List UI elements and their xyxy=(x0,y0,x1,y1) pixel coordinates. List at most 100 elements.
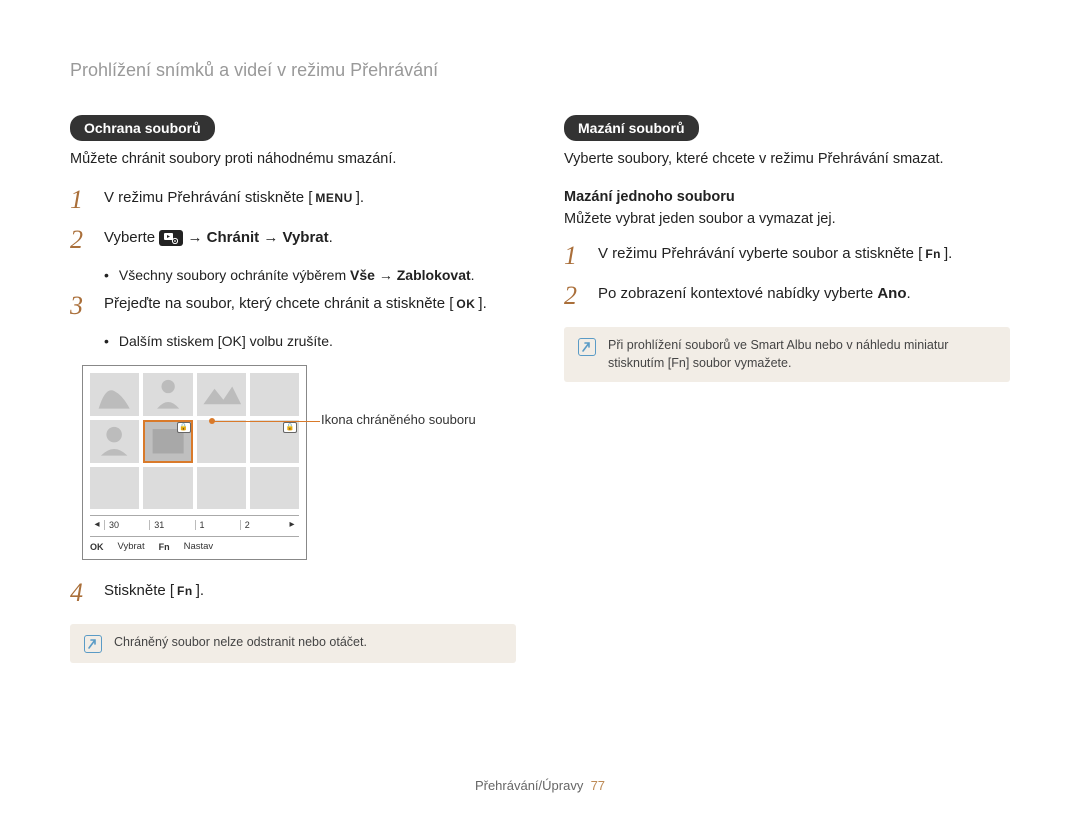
left-column: Ochrana souborů Můžete chránit soubory p… xyxy=(70,115,516,663)
text: . xyxy=(471,267,475,283)
bullet-dot-icon: • xyxy=(104,333,109,349)
step-number: 2 xyxy=(564,283,584,309)
step-3: 3 Přejeďte na soubor, který chcete chrán… xyxy=(70,293,516,319)
timeline-right-arrow-icon: ▸ xyxy=(285,519,299,530)
timeline-left-arrow-icon: ◂ xyxy=(90,519,104,530)
step-number: 3 xyxy=(70,293,90,319)
screen-illustration: 🔒 🔒 ◂ 30 31 1 2 ▸ OK xyxy=(82,365,516,560)
bullet-text: Dalším stiskem [OK] volbu zrušíte. xyxy=(119,333,333,349)
text: ] soubor vymažete. xyxy=(686,356,792,370)
text: V režimu Přehrávání stiskněte [ xyxy=(104,189,312,206)
text: Dalším stiskem [ xyxy=(119,333,222,349)
step-1: 1 V režimu Přehrávání vyberte soubor a s… xyxy=(564,243,1010,269)
lock-badge-icon: 🔒 xyxy=(283,422,297,433)
thumbnail xyxy=(90,420,139,463)
fn-key: Fn xyxy=(671,356,686,370)
text: . xyxy=(907,285,911,302)
note-box: Chráněný soubor nelze odstranit nebo otá… xyxy=(70,624,516,663)
bullet-text: Všechny soubory ochráníte výběrem Vše → … xyxy=(119,267,475,283)
text: ] volbu zrušíte. xyxy=(242,333,333,349)
thumbnail xyxy=(197,420,246,463)
step-body: Stiskněte [Fn]. xyxy=(104,580,516,603)
step-body: Po zobrazení kontextové nabídky vyberte … xyxy=(598,283,1010,306)
text: Všechny soubory ochráníte výběrem xyxy=(119,267,350,283)
text: Stiskněte [ xyxy=(104,582,174,599)
bold-text: Ano xyxy=(877,285,906,302)
page-title: Prohlížení snímků a videí v režimu Přehr… xyxy=(70,60,1010,81)
text: Přejeďte na soubor, který chcete chránit… xyxy=(104,295,453,312)
callout-dot xyxy=(209,418,215,424)
fn-key: Fn xyxy=(922,245,944,263)
page-number: 77 xyxy=(591,778,605,793)
sub-desc: Můžete vybrat jeden soubor a vymazat jej… xyxy=(564,211,1010,227)
step-1: 1 V režimu Přehrávání stiskněte [MENU]. xyxy=(70,187,516,213)
arrow-icon: → xyxy=(187,229,202,246)
step-body: V režimu Přehrávání stiskněte [MENU]. xyxy=(104,187,516,210)
timeline-cell: 1 xyxy=(195,520,240,530)
step-2: 2 Vyberte → Chránit → Vybrat. xyxy=(70,227,516,253)
text: . xyxy=(329,229,333,246)
text: Po zobrazení kontextové nabídky vyberte xyxy=(598,285,877,302)
step-2: 2 Po zobrazení kontextové nabídky vybert… xyxy=(564,283,1010,309)
step-4: 4 Stiskněte [Fn]. xyxy=(70,580,516,606)
thumbnail xyxy=(90,467,139,510)
thumbnail-grid: 🔒 🔒 xyxy=(90,373,299,509)
text: ]. xyxy=(944,245,952,262)
section-desc-protect: Můžete chránit soubory proti náhodnému s… xyxy=(70,151,516,167)
bold-text: Zablokovat xyxy=(397,267,471,283)
camera-bottom-bar: OK Vybrat Fn Nastav xyxy=(90,536,299,552)
arrow-icon: → xyxy=(263,229,278,246)
timeline-cell: 30 xyxy=(104,520,149,530)
lock-badge-icon: 🔒 xyxy=(177,422,191,433)
note-icon xyxy=(578,338,596,356)
text: → xyxy=(375,267,397,283)
fn-label: Nastav xyxy=(184,541,214,552)
thumbnail xyxy=(90,373,139,416)
camera-screen: 🔒 🔒 ◂ 30 31 1 2 ▸ OK xyxy=(82,365,307,560)
ok-key: OK xyxy=(453,295,478,313)
text: ]. xyxy=(196,582,204,599)
thumbnail xyxy=(250,467,299,510)
content-columns: Ochrana souborů Můžete chránit soubory p… xyxy=(70,115,1010,663)
thumbnail: 🔒 xyxy=(250,420,299,463)
section-pill-delete: Mazání souborů xyxy=(564,115,699,141)
text: ]. xyxy=(356,189,364,206)
fn-key: Fn xyxy=(159,542,170,552)
step-body: Vyberte → Chránit → Vybrat. xyxy=(104,227,516,250)
text: Vyberte xyxy=(104,229,159,246)
step-number: 1 xyxy=(564,243,584,269)
section-desc-delete: Vyberte soubory, které chcete v režimu P… xyxy=(564,151,1010,167)
callout-line xyxy=(212,421,320,422)
thumbnail xyxy=(197,467,246,510)
note-text: Při prohlížení souborů ve Smart Albu neb… xyxy=(608,337,996,372)
right-column: Mazání souborů Vyberte soubory, které ch… xyxy=(564,115,1010,663)
note-icon xyxy=(84,635,102,653)
note-text: Chráněný soubor nelze odstranit nebo otá… xyxy=(114,634,367,652)
ok-key: OK xyxy=(222,333,242,349)
step-number: 2 xyxy=(70,227,90,253)
bold-text: Vše xyxy=(350,267,375,283)
bold-text: Vybrat xyxy=(283,229,329,246)
step-number: 1 xyxy=(70,187,90,213)
ok-key: OK xyxy=(90,542,104,552)
playback-settings-icon xyxy=(159,230,183,246)
note-box: Při prohlížení souborů ve Smart Albu neb… xyxy=(564,327,1010,382)
step-number: 4 xyxy=(70,580,90,606)
footer-section: Přehrávání/Úpravy xyxy=(475,778,583,793)
text: ]. xyxy=(478,295,486,312)
menu-key: MENU xyxy=(312,189,355,207)
timeline-cell: 31 xyxy=(149,520,194,530)
timeline-cell: 2 xyxy=(240,520,285,530)
thumbnail xyxy=(143,467,192,510)
step-body: Přejeďte na soubor, který chcete chránit… xyxy=(104,293,516,316)
timeline-bar: ◂ 30 31 1 2 ▸ xyxy=(90,515,299,530)
bullet-3: • Dalším stiskem [OK] volbu zrušíte. xyxy=(104,333,516,349)
fn-key: Fn xyxy=(174,582,196,600)
callout-label: Ikona chráněného souboru xyxy=(321,411,476,560)
thumbnail xyxy=(197,373,246,416)
step-body: V režimu Přehrávání vyberte soubor a sti… xyxy=(598,243,1010,266)
page-footer: Přehrávání/Úpravy 77 xyxy=(0,778,1080,793)
bullet-2: • Všechny soubory ochráníte výběrem Vše … xyxy=(104,267,516,283)
bullet-dot-icon: • xyxy=(104,267,109,283)
ok-label: Vybrat xyxy=(118,541,145,552)
